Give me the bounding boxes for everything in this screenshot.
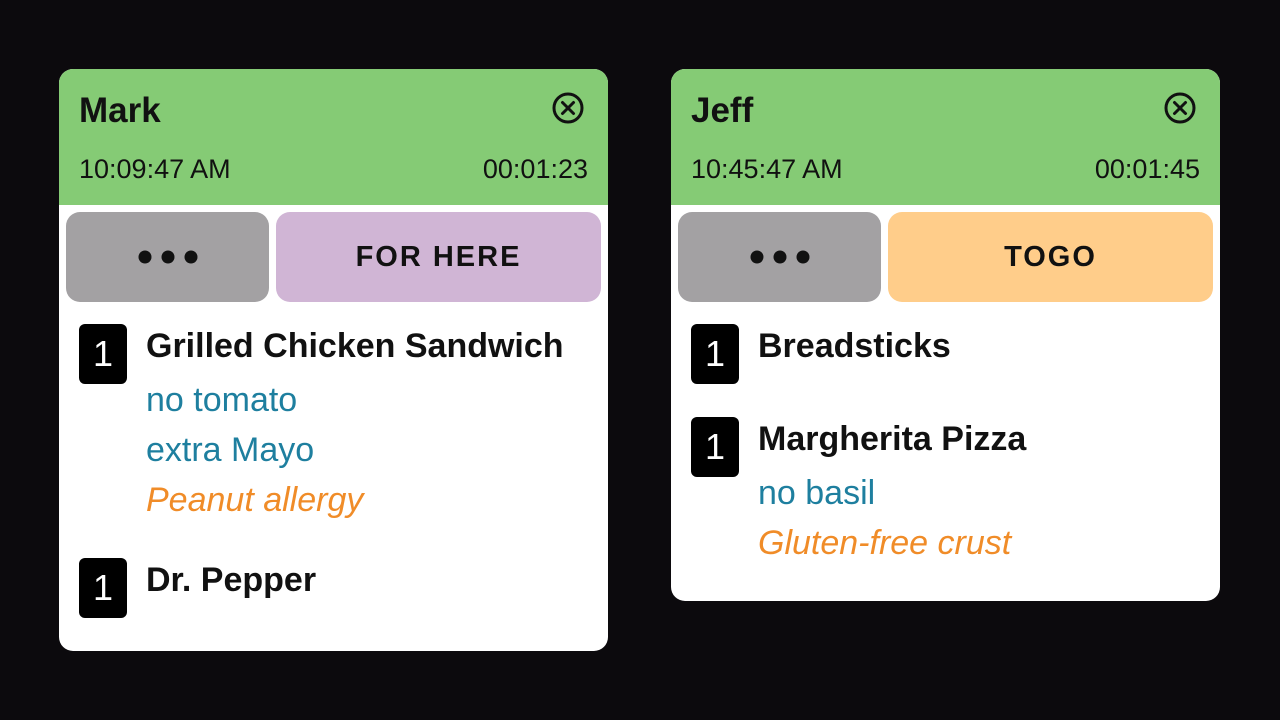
order-time: 10:45:47 AM [691, 154, 843, 184]
quantity-badge: 1 [691, 324, 739, 384]
close-circle-icon [1164, 92, 1196, 124]
order-type-button[interactable]: FOR HERE [276, 212, 601, 302]
more-options-button[interactable] [678, 212, 881, 302]
quantity-badge: 1 [79, 558, 127, 618]
item-name: Breadsticks [758, 327, 951, 365]
more-dots-icon [138, 250, 198, 264]
order-type-button[interactable]: TOGO [888, 212, 1213, 302]
modifier: extra Mayo [146, 431, 315, 469]
customer-name: Mark [79, 91, 161, 130]
dietary-note: Gluten-free crust [758, 524, 1012, 562]
customer-name: Jeff [691, 91, 754, 130]
item-name: Margherita Pizza [758, 420, 1027, 458]
quantity-badge: 1 [79, 324, 127, 384]
ticket-header: Jeff 10:45:47 AM 00:01:45 [671, 69, 1220, 205]
close-circle-icon [552, 92, 584, 124]
ticket-header: Mark 10:09:47 AM 00:01:23 [59, 69, 608, 205]
elapsed-timer: 00:01:45 [1094, 154, 1200, 184]
order-time: 10:09:47 AM [79, 154, 231, 184]
item-modifiers: no tomato extra Mayo Peanut allergy [146, 375, 363, 525]
modifier: no tomato [146, 381, 298, 419]
more-options-button[interactable] [66, 212, 269, 302]
item-name: Grilled Chicken Sandwich [146, 327, 564, 365]
modifier: no basil [758, 474, 876, 512]
order-ticket: Jeff 10:45:47 AM 00:01:45 TOGO 1 Breadst… [671, 69, 1220, 601]
close-ticket-button[interactable] [551, 91, 585, 125]
elapsed-timer: 00:01:23 [482, 154, 588, 184]
item-modifiers: no basil Gluten-free crust [758, 468, 1011, 568]
order-ticket: Mark 10:09:47 AM 00:01:23 FOR HERE 1 Gri… [59, 69, 608, 651]
allergy-note: Peanut allergy [146, 481, 364, 519]
more-dots-icon [750, 250, 810, 264]
quantity-badge: 1 [691, 417, 739, 477]
close-ticket-button[interactable] [1163, 91, 1197, 125]
item-name: Dr. Pepper [146, 561, 317, 599]
